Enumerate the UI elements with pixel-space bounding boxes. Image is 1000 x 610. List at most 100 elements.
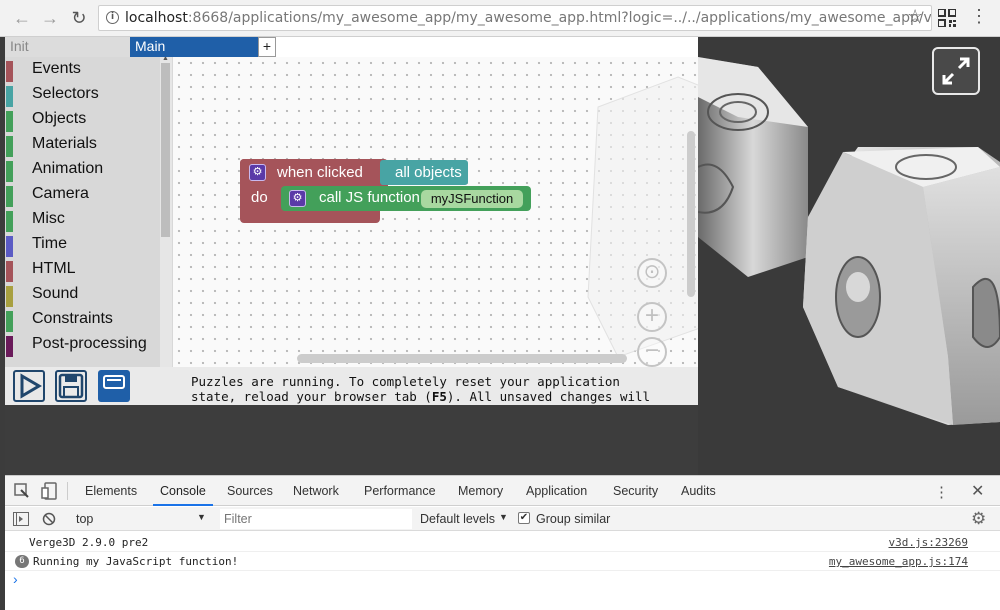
- log-source-link[interactable]: my_awesome_app.js:174: [829, 552, 968, 571]
- call-js-function-block[interactable]: ⚙ call JS function myJSFunction: [281, 186, 531, 211]
- 3d-viewport[interactable]: [698, 37, 1000, 475]
- inspect-element-icon[interactable]: [14, 483, 30, 499]
- category-objects[interactable]: Objects: [5, 108, 160, 133]
- fullscreen-icon: [942, 57, 970, 85]
- context-selector[interactable]: top ▼: [65, 510, 212, 528]
- group-similar-checkbox[interactable]: ✔: [518, 512, 530, 524]
- scrollbar-thumb[interactable]: [161, 63, 170, 237]
- tab-init[interactable]: Init: [5, 37, 130, 57]
- group-similar-label: Group similar: [536, 512, 611, 526]
- more-options-icon[interactable]: ⋮: [934, 483, 949, 501]
- gear-icon[interactable]: ⚙: [289, 190, 306, 207]
- when-clicked-block-header[interactable]: ⚙ when clicked: [240, 159, 388, 186]
- category-label: Selectors: [32, 85, 99, 102]
- devtools-tab-audits[interactable]: Audits: [681, 484, 716, 498]
- run-button[interactable]: [13, 370, 45, 402]
- category-selectors[interactable]: Selectors: [5, 83, 160, 108]
- toolbox-scrollbar[interactable]: ▲ ▼: [160, 57, 172, 405]
- category-animation[interactable]: Animation: [5, 158, 160, 183]
- category-post-processing[interactable]: Post-processing: [5, 333, 160, 358]
- info-icon[interactable]: i: [106, 11, 119, 24]
- category-constraints[interactable]: Constraints: [5, 308, 160, 333]
- divider: [67, 482, 68, 500]
- when-clicked-label: when clicked: [277, 164, 363, 181]
- minimize-button[interactable]: [98, 370, 130, 402]
- devtools-tab-performance[interactable]: Performance: [364, 484, 436, 498]
- fullscreen-button[interactable]: [932, 47, 980, 95]
- category-label: HTML: [32, 260, 76, 277]
- category-color-swatch: [6, 111, 13, 132]
- url-host: localhost: [125, 10, 188, 26]
- console-prompt[interactable]: ›: [13, 571, 18, 587]
- category-color-swatch: [6, 211, 13, 232]
- console-log-row: Verge3D 2.9.0 pre2 v3d.js:23269: [5, 533, 1000, 552]
- minimize-icon: [103, 375, 125, 389]
- devtools-tab-network[interactable]: Network: [293, 484, 339, 498]
- category-time[interactable]: Time: [5, 233, 160, 258]
- browser-menu-icon[interactable]: ⋮: [970, 6, 988, 27]
- devtools-tab-security[interactable]: Security: [613, 484, 658, 498]
- device-toolbar-icon[interactable]: [41, 482, 57, 500]
- add-tab-button[interactable]: +: [258, 37, 276, 57]
- function-name-field[interactable]: myJSFunction: [421, 190, 523, 208]
- console-settings-icon[interactable]: ⚙: [971, 509, 986, 529]
- save-button[interactable]: [55, 370, 87, 402]
- category-color-swatch: [6, 261, 13, 282]
- log-levels-label: Default levels: [420, 512, 496, 526]
- category-color-swatch: [6, 311, 13, 332]
- category-label: Objects: [32, 110, 87, 127]
- devtools-tab-memory[interactable]: Memory: [458, 484, 503, 498]
- category-misc[interactable]: Misc: [5, 208, 160, 233]
- address-bar[interactable]: i localhost:8668/applications/my_awesome…: [98, 5, 932, 31]
- clear-console-icon[interactable]: [42, 512, 56, 526]
- log-source-link[interactable]: v3d.js:23269: [889, 533, 968, 552]
- forward-icon[interactable]: →: [39, 7, 61, 29]
- devtools-tab-sources[interactable]: Sources: [227, 484, 273, 498]
- qr-code-icon[interactable]: [938, 9, 956, 27]
- status-line-2: state, reload your browser tab (F5). All…: [191, 389, 651, 404]
- save-icon: [58, 373, 84, 399]
- category-camera[interactable]: Camera: [5, 183, 160, 208]
- reload-icon[interactable]: ↻: [68, 7, 90, 29]
- repeat-count-badge: 6: [15, 555, 29, 568]
- bookmark-star-icon[interactable]: ☆: [907, 6, 923, 27]
- category-sound[interactable]: Sound: [5, 283, 160, 308]
- chevron-down-icon: ▼: [499, 512, 508, 522]
- category-label: Time: [32, 235, 67, 252]
- scroll-up-icon[interactable]: ▲: [162, 57, 169, 62]
- zoom-out-icon[interactable]: −: [637, 337, 667, 367]
- gear-icon[interactable]: ⚙: [249, 164, 266, 181]
- console-filter-input[interactable]: [220, 509, 412, 529]
- zoom-reset-icon[interactable]: ⊙: [637, 258, 667, 288]
- category-label: Post-processing: [32, 335, 147, 352]
- tab-main[interactable]: Main: [130, 37, 258, 57]
- category-materials[interactable]: Materials: [5, 133, 160, 158]
- browser-toolbar: ← → ↻ i localhost:8668/applications/my_a…: [0, 0, 1000, 37]
- devtools-tab-console[interactable]: Console: [153, 484, 213, 506]
- category-html[interactable]: HTML: [5, 258, 160, 283]
- toolbox: Events Selectors Objects Materials Animation…: [5, 57, 173, 405]
- all-objects-block[interactable]: all objects: [380, 160, 468, 185]
- devtools-panel: Elements Console Sources Network Performance…: [5, 475, 1000, 610]
- sidebar-toggle-icon[interactable]: [13, 512, 29, 526]
- log-levels-dropdown[interactable]: Default levels ▼: [415, 510, 515, 528]
- context-value: top: [76, 512, 94, 526]
- devtools-tabs: Elements Console Sources Network Performance…: [5, 476, 1000, 506]
- close-icon[interactable]: ✕: [971, 481, 984, 501]
- devtools-tab-elements[interactable]: Elements: [85, 484, 137, 498]
- back-icon[interactable]: ←: [11, 7, 33, 29]
- zoom-in-icon[interactable]: +: [637, 302, 667, 332]
- category-color-swatch: [6, 136, 13, 157]
- status-message: Puzzles are running. To completely reset…: [191, 374, 691, 404]
- workspace-vertical-scrollbar[interactable]: [687, 131, 695, 297]
- all-objects-label: all objects: [395, 164, 462, 181]
- category-events[interactable]: Events: [5, 58, 160, 83]
- chrome-cubes-scene: [698, 57, 1000, 425]
- category-color-swatch: [6, 286, 13, 307]
- blocks-workspace[interactable]: ⚙ when clicked all objects do ⚙ call JS …: [173, 57, 698, 367]
- devtools-tab-application[interactable]: Application: [526, 484, 587, 498]
- category-label: Misc: [32, 210, 65, 227]
- console-log-row: 6 Running my JavaScript function! my_awe…: [5, 552, 1000, 571]
- status-line-1: Puzzles are running. To completely reset…: [191, 374, 620, 389]
- workspace-horizontal-scrollbar[interactable]: [297, 354, 627, 363]
